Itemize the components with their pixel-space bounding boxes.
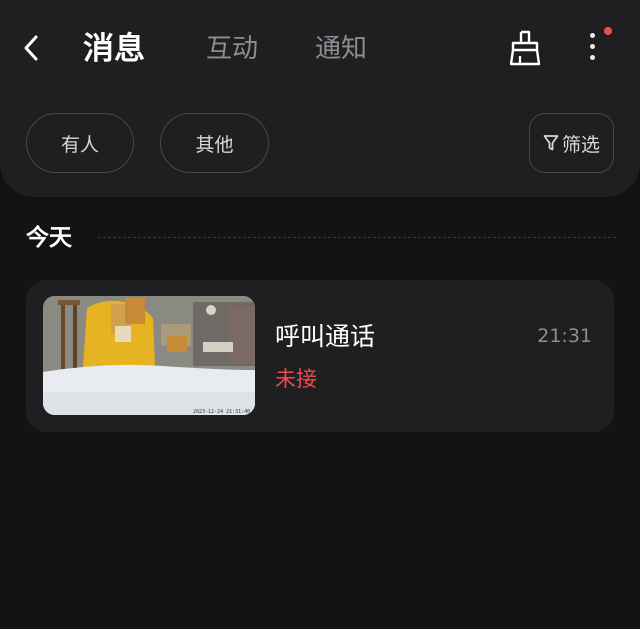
tab-notifications[interactable]: 通知 — [315, 28, 367, 70]
section-title-today: 今天 — [26, 225, 72, 251]
dot — [590, 55, 595, 60]
snapshot-image: 2023-12-24 21:31:40 — [43, 296, 255, 415]
clear-messages-button[interactable] — [505, 28, 545, 68]
message-title: 呼叫通话 — [275, 322, 376, 351]
unread-badge — [604, 27, 612, 35]
call-snapshot-thumbnail[interactable]: 2023-12-24 21:31:40 — [43, 296, 255, 415]
snapshot-timestamp: 2023-12-24 21:31:40 — [193, 409, 250, 415]
messages-screen: 消息 互动 通知 有人 其他 筛选 今天 2023-12-24 21:31:40… — [0, 0, 640, 629]
chevron-left-icon — [24, 35, 38, 61]
filter-label: 筛选 — [561, 133, 600, 156]
message-status: 未接 — [275, 367, 317, 391]
broom-icon — [509, 30, 541, 66]
section-divider — [98, 237, 616, 238]
filter-button[interactable]: 筛选 — [529, 113, 614, 173]
dot — [590, 44, 595, 49]
header-panel: 消息 互动 通知 有人 其他 筛选 — [0, 0, 640, 197]
filter-chip-other[interactable]: 其他 — [160, 113, 269, 173]
tab-interactions[interactable]: 互动 — [206, 28, 258, 70]
funnel-icon — [543, 135, 559, 151]
message-card[interactable]: 2023-12-24 21:31:40 呼叫通话 未接 21:31 — [26, 280, 614, 432]
tab-messages[interactable]: 消息 — [83, 28, 145, 70]
message-time: 21:31 — [537, 325, 592, 347]
back-button[interactable] — [14, 30, 48, 66]
dot — [590, 33, 595, 38]
filter-chip-person[interactable]: 有人 — [26, 113, 134, 173]
more-options-button[interactable] — [578, 26, 612, 68]
